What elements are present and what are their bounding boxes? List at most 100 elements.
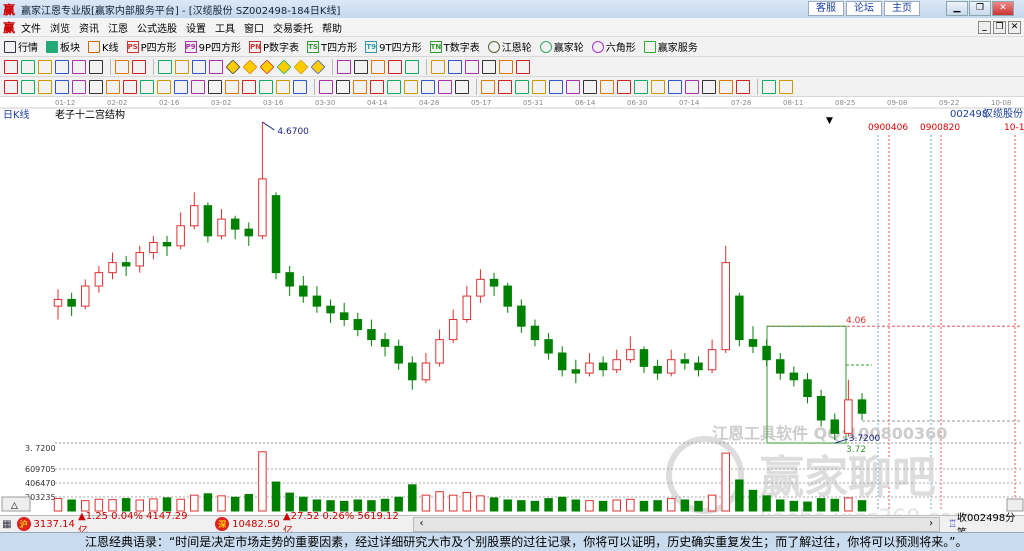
color-wheel-icon[interactable] xyxy=(762,79,776,94)
menu-item[interactable]: 资讯 xyxy=(79,20,99,35)
infinity-icon[interactable] xyxy=(779,79,793,94)
arc-icon[interactable] xyxy=(617,79,631,94)
gold-icon[interactable] xyxy=(634,79,648,94)
circle-icon[interactable] xyxy=(123,79,137,94)
hand-icon[interactable] xyxy=(337,59,351,74)
fib2-icon[interactable] xyxy=(55,79,69,94)
box3-icon[interactable] xyxy=(387,79,401,94)
grid-icon[interactable] xyxy=(21,59,35,74)
diamond1-icon[interactable] xyxy=(225,59,241,74)
diamond6-icon[interactable] xyxy=(310,59,326,74)
diamond2-icon[interactable] xyxy=(242,59,258,74)
calculator-icon[interactable] xyxy=(448,59,462,74)
toolbar-button[interactable]: K线 xyxy=(88,39,119,54)
crosshair-icon[interactable] xyxy=(354,59,368,74)
box-icon[interactable] xyxy=(225,79,239,94)
flag-icon[interactable] xyxy=(132,59,146,74)
chart-svg[interactable]: 01-12 02-02 02-16 03-02 03-16 03-30 04-14 04-28… xyxy=(0,97,1024,531)
restore-button[interactable]: ❐ xyxy=(969,1,991,16)
home-link[interactable]: 主页 xyxy=(884,1,920,16)
left-icon[interactable] xyxy=(192,59,206,74)
slash-icon[interactable] xyxy=(481,79,495,94)
menu-item[interactable]: 江恩 xyxy=(108,20,128,35)
tag-icon[interactable] xyxy=(388,59,402,74)
toolbar-button[interactable]: 六角形 xyxy=(591,39,636,54)
percent2-icon[interactable] xyxy=(532,79,546,94)
angle2-icon[interactable] xyxy=(651,79,665,94)
grid2-icon[interactable] xyxy=(276,79,290,94)
ray-icon[interactable] xyxy=(404,79,418,94)
mesh-icon[interactable] xyxy=(719,79,733,94)
mdi-minimize-button[interactable]: _ xyxy=(978,21,991,34)
doc-icon[interactable] xyxy=(38,59,52,74)
minimize-button[interactable]: ▁ xyxy=(946,1,968,16)
right-icon[interactable] xyxy=(209,59,223,74)
gann-icon[interactable] xyxy=(259,79,273,94)
mdi-restore-button[interactable]: ❐ xyxy=(993,21,1006,34)
menu-item[interactable]: 文件 xyxy=(21,20,41,35)
ruler-icon[interactable] xyxy=(498,79,512,94)
grid4-icon[interactable] xyxy=(455,79,469,94)
table-icon[interactable] xyxy=(293,79,307,94)
parallel-icon[interactable] xyxy=(140,79,154,94)
toolbar-button[interactable]: 江恩轮 xyxy=(487,39,532,54)
last-icon[interactable] xyxy=(175,59,189,74)
period-line-icon[interactable] xyxy=(319,79,333,94)
toolbar-button[interactable]: 行情 xyxy=(4,39,38,54)
period-icon[interactable] xyxy=(4,59,18,74)
quote-table-icon[interactable]: ▦ xyxy=(0,517,14,531)
level2-icon[interactable] xyxy=(583,79,597,94)
pen-icon[interactable] xyxy=(4,79,18,94)
draw-icon[interactable] xyxy=(371,59,385,74)
indicator-icon[interactable] xyxy=(55,59,69,74)
box2-icon[interactable] xyxy=(370,79,384,94)
service-link[interactable]: 客服 xyxy=(808,1,844,16)
scroll-left-icon[interactable]: ‹ xyxy=(420,518,424,531)
fan2-icon[interactable] xyxy=(353,79,367,94)
save-icon[interactable] xyxy=(482,59,496,74)
menu-item[interactable]: 交易委托 xyxy=(273,20,313,35)
tool-icon[interactable] xyxy=(600,79,614,94)
mesh2-icon[interactable] xyxy=(736,79,750,94)
toolbar-button[interactable]: TN T数字表 xyxy=(429,39,480,54)
indicator2-icon[interactable] xyxy=(72,59,86,74)
toolbar-button[interactable]: 赢家服务 xyxy=(643,39,698,54)
cursor-icon[interactable] xyxy=(89,59,103,74)
fib3-icon[interactable] xyxy=(72,79,86,94)
rect-icon[interactable] xyxy=(336,79,350,94)
diamond3-icon[interactable] xyxy=(259,59,275,74)
n2-icon[interactable] xyxy=(157,79,171,94)
percent-icon[interactable] xyxy=(515,79,529,94)
target-icon[interactable] xyxy=(191,79,205,94)
lines-icon[interactable] xyxy=(21,79,35,94)
spiral-icon[interactable] xyxy=(89,79,103,94)
network-icon[interactable] xyxy=(499,59,513,74)
menu-item[interactable]: 帮助 xyxy=(322,20,342,35)
menu-item[interactable]: 工具 xyxy=(215,20,235,35)
level-icon[interactable] xyxy=(566,79,580,94)
toolbar-button[interactable]: PN P数字表 xyxy=(249,39,299,54)
horizontal-scrollbar[interactable]: ‹ › xyxy=(412,516,941,532)
fan3-icon[interactable] xyxy=(685,79,699,94)
menu-item[interactable]: 浏览 xyxy=(50,20,70,35)
star-icon[interactable] xyxy=(208,79,222,94)
fib-icon[interactable] xyxy=(38,79,52,94)
menu-item[interactable]: 设置 xyxy=(186,20,206,35)
f-icon[interactable] xyxy=(668,79,682,94)
close-button[interactable]: ✕ xyxy=(992,1,1014,16)
phone-icon[interactable] xyxy=(516,59,530,74)
diamond4-icon[interactable] xyxy=(276,59,292,74)
coin-icon[interactable] xyxy=(549,79,563,94)
chart-icon[interactable] xyxy=(405,59,419,74)
grid3-icon[interactable] xyxy=(438,79,452,94)
v-icon[interactable] xyxy=(421,79,435,94)
menu-item[interactable]: 公式选股 xyxy=(137,20,177,35)
toolbar-button[interactable]: TS T四方形 xyxy=(307,39,357,54)
fan4-icon[interactable] xyxy=(702,79,716,94)
toolbar-button[interactable]: PS P四方形 xyxy=(126,39,177,54)
first-icon[interactable] xyxy=(158,59,172,74)
menu-item[interactable]: 窗口 xyxy=(244,20,264,35)
fan-icon[interactable] xyxy=(242,79,256,94)
toolbar-button[interactable]: P9 9P四方形 xyxy=(184,39,241,54)
calendar-icon[interactable] xyxy=(431,59,445,74)
